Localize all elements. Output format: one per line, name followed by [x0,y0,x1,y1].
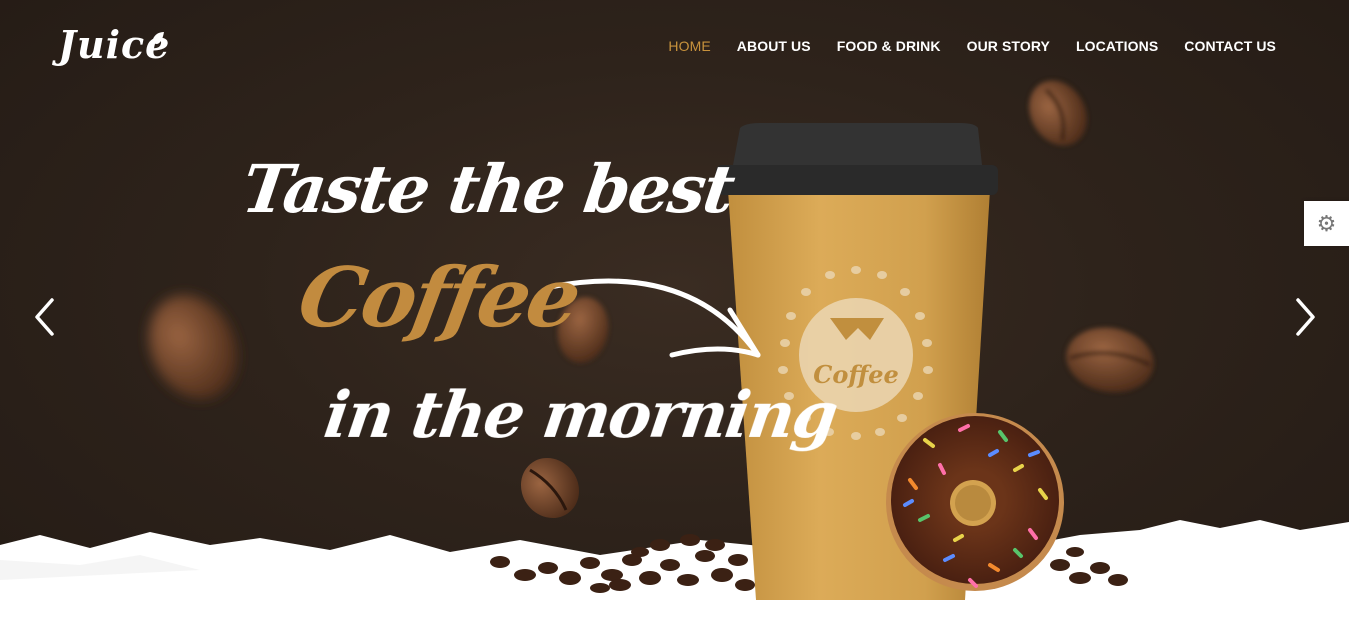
nav-contact-us[interactable]: CONTACT US [1184,38,1276,54]
nav-home[interactable]: HOME [668,38,710,54]
drop-icon [152,32,164,44]
gear-icon: ⚙ [1316,210,1337,236]
chevron-right-icon[interactable] [1292,296,1318,338]
donut [886,413,1064,591]
chevron-left-icon[interactable] [32,296,58,338]
hero-headline-line3: in the morning [319,378,841,453]
nav-food-drink[interactable]: FOOD & DRINK [837,38,941,54]
hero-headline-line2: Coffee [291,250,586,346]
torn-paper-edge [0,520,1349,640]
nav-our-story[interactable]: OUR STORY [967,38,1050,54]
coffee-bean-icon [148,294,238,400]
hero-headline-line1: Taste the best [237,150,738,228]
nav-locations[interactable]: LOCATIONS [1076,38,1158,54]
hero-illustration: Coffee [0,80,1349,640]
main-nav: HOME ABOUT US FOOD & DRINK OUR STORY LOC… [668,38,1276,54]
settings-button[interactable]: ⚙ [1304,201,1349,246]
hero-slider: Coffee Juice HOME ABOUT US FOOD & DRINK … [0,0,1349,640]
nav-about-us[interactable]: ABOUT US [737,38,811,54]
